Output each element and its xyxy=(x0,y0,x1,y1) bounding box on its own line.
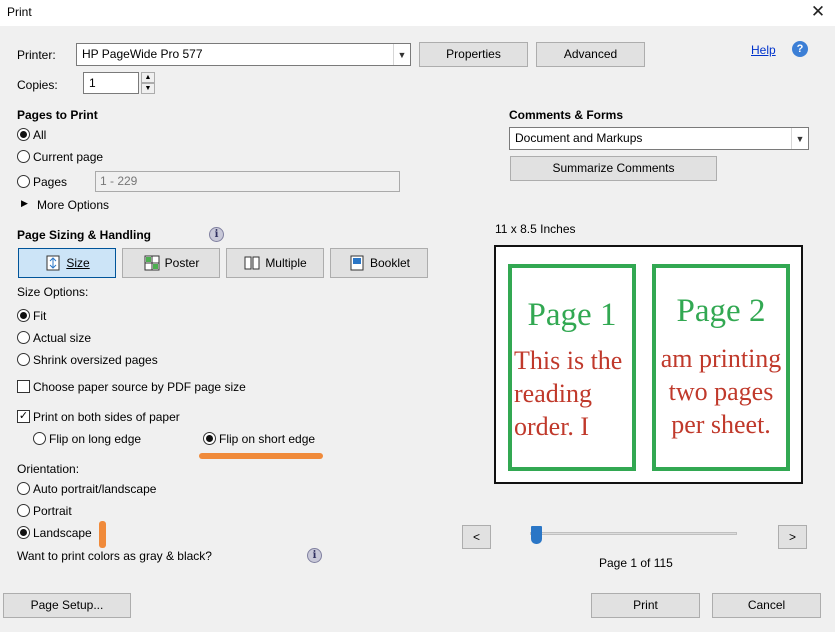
preview-page-2: Page 2 am printing two pages per sheet. xyxy=(652,264,790,471)
more-options-toggle[interactable]: More Options xyxy=(37,198,109,212)
print-button[interactable]: Print xyxy=(591,593,700,618)
paper-source-label: Choose paper source by PDF page size xyxy=(33,380,246,394)
multiple-pages-icon xyxy=(244,256,260,270)
next-page-button[interactable]: > xyxy=(778,525,807,549)
comments-forms-select[interactable]: Document and Markups ▼ xyxy=(509,127,809,150)
shrink-oversized-radio[interactable] xyxy=(17,353,30,366)
printer-select-value: HP PageWide Pro 577 xyxy=(82,47,203,61)
orientation-heading: Orientation: xyxy=(17,462,80,476)
page-indicator: Page 1 of 115 xyxy=(599,556,673,570)
gray-black-question: Want to print colors as gray & black? xyxy=(17,549,212,563)
tab-size-label: Size xyxy=(66,256,90,270)
tab-poster-label: Poster xyxy=(164,256,200,270)
printer-label: Printer: xyxy=(17,48,56,62)
copies-label: Copies: xyxy=(17,78,58,92)
portrait-label: Portrait xyxy=(33,504,72,518)
preview-page-1-line: reading xyxy=(514,379,592,408)
properties-button[interactable]: Properties xyxy=(419,42,528,67)
flip-long-edge-label: Flip on long edge xyxy=(49,432,142,446)
previous-page-button[interactable]: < xyxy=(462,525,491,549)
summarize-comments-button[interactable]: Summarize Comments xyxy=(510,156,717,181)
flip-short-edge-label: Flip on short edge xyxy=(219,432,316,446)
preview-page-1-line: This is the xyxy=(514,346,623,375)
page-sizing-heading: Page Sizing & Handling xyxy=(17,228,152,242)
tab-poster[interactable]: Poster xyxy=(122,248,220,278)
preview-page-2-title: Page 2 xyxy=(676,293,766,329)
paper-source-checkbox[interactable] xyxy=(17,380,30,393)
shrink-oversized-label: Shrink oversized pages xyxy=(33,353,158,367)
help-link[interactable]: Help xyxy=(751,43,776,57)
auto-orientation-label: Auto portrait/landscape xyxy=(33,482,157,496)
preview-page-1-title: Page 1 xyxy=(527,297,617,333)
advanced-button[interactable]: Advanced xyxy=(536,42,645,67)
portrait-radio[interactable] xyxy=(17,504,30,517)
preview-page-2-line: per sheet. xyxy=(671,410,771,439)
copies-decrement-icon[interactable]: ▼ xyxy=(141,83,155,94)
info-icon[interactable]: i xyxy=(307,548,322,563)
preview-page-1: Page 1 This is the reading order. I xyxy=(508,264,636,471)
preview-page-2-line: am printing xyxy=(660,344,782,373)
chevron-down-icon: ▼ xyxy=(393,44,410,65)
current-page-label: Current page xyxy=(33,150,104,164)
tab-booklet[interactable]: Booklet xyxy=(330,248,428,278)
current-page-radio[interactable] xyxy=(17,150,30,163)
both-sides-label: Print on both sides of paper xyxy=(33,410,180,424)
fit-radio[interactable] xyxy=(17,309,30,322)
all-pages-label: All xyxy=(33,128,47,142)
help-icon[interactable]: ? xyxy=(792,41,808,57)
highlight-marker xyxy=(99,521,106,548)
cancel-button[interactable]: Cancel xyxy=(712,593,821,618)
pages-range-input[interactable]: 1 - 229 xyxy=(95,171,400,192)
flip-short-edge-radio[interactable] xyxy=(203,432,216,445)
both-sides-checkbox[interactable]: ✓ xyxy=(17,410,30,423)
landscape-label: Landscape xyxy=(33,526,92,540)
page-setup-button[interactable]: Page Setup... xyxy=(3,593,131,618)
tab-booklet-label: Booklet xyxy=(369,256,411,270)
comments-forms-heading: Comments & Forms xyxy=(509,108,624,122)
auto-orientation-radio[interactable] xyxy=(17,482,30,495)
flip-long-edge-radio[interactable] xyxy=(33,432,46,445)
close-icon[interactable]: ✕ xyxy=(806,1,830,23)
fit-label: Fit xyxy=(33,309,47,323)
landscape-radio[interactable] xyxy=(17,526,30,539)
printer-select[interactable]: HP PageWide Pro 577 ▼ xyxy=(76,43,411,66)
highlight-underline xyxy=(199,453,323,459)
size-options-label: Size Options: xyxy=(17,285,89,299)
window-title: Print xyxy=(7,5,32,19)
paper-size-label: 11 x 8.5 Inches xyxy=(495,222,576,236)
page-slider-thumb[interactable] xyxy=(531,526,542,544)
pages-range-label: Pages xyxy=(33,175,68,189)
chevron-down-icon: ▼ xyxy=(791,128,808,149)
booklet-icon xyxy=(350,255,364,271)
title-bar xyxy=(0,0,835,26)
tab-multiple-label: Multiple xyxy=(265,256,307,270)
poster-icon xyxy=(144,255,160,271)
all-pages-radio[interactable] xyxy=(17,128,30,141)
copies-input[interactable]: 1 xyxy=(83,72,139,94)
comments-forms-value: Document and Markups xyxy=(515,131,643,145)
actual-size-radio[interactable] xyxy=(17,331,30,344)
preview-page-2-line: two pages xyxy=(668,377,774,406)
expand-triangle-icon[interactable]: ▶ xyxy=(21,198,28,209)
copies-increment-icon[interactable]: ▲ xyxy=(141,72,155,83)
pages-to-print-heading: Pages to Print xyxy=(17,108,98,122)
tab-multiple[interactable]: Multiple xyxy=(226,248,324,278)
resize-icon xyxy=(46,255,60,271)
tab-size[interactable]: Size xyxy=(18,248,116,278)
page-slider-track[interactable] xyxy=(530,532,737,535)
info-icon[interactable]: i xyxy=(209,227,224,242)
preview-page-1-line: order. I xyxy=(514,412,590,441)
pages-range-radio[interactable] xyxy=(17,175,30,188)
copies-value: 1 xyxy=(89,76,96,90)
actual-size-label: Actual size xyxy=(33,331,92,345)
